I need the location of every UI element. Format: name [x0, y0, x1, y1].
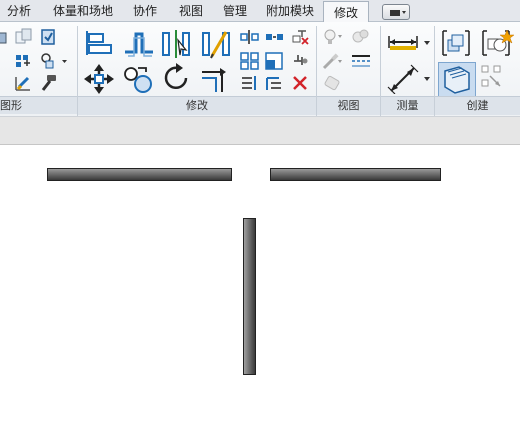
override-graphics-icon	[352, 29, 369, 43]
panel-label-geometry: 图形	[0, 96, 77, 114]
demolish-icon	[15, 76, 30, 91]
trim-extend-icon	[202, 68, 226, 92]
wall-horizontal-left[interactable]	[47, 168, 232, 181]
unpin-icon	[292, 30, 309, 45]
paint-brush-button[interactable]	[322, 52, 346, 74]
tab-modify[interactable]: 修改	[323, 1, 369, 23]
panel-label-view: 视图	[317, 96, 380, 115]
offset-button[interactable]	[122, 28, 156, 62]
create-assembly-button[interactable]	[440, 28, 472, 62]
mirror-axis-icon	[162, 30, 190, 58]
create-parts-button[interactable]	[438, 62, 476, 98]
array-icon	[240, 52, 259, 70]
tab-view[interactable]: 视图	[172, 0, 210, 21]
split-face-icon	[16, 55, 30, 67]
wall-join-icon	[41, 53, 67, 69]
tab-collaborate[interactable]: 协作	[126, 0, 164, 21]
copy-icon	[124, 67, 152, 93]
scale-icon	[265, 52, 283, 70]
rotate-button[interactable]	[160, 62, 192, 98]
hammer-icon	[41, 75, 56, 91]
cut-geometry-button[interactable]	[0, 30, 10, 50]
linework-button[interactable]	[350, 52, 372, 74]
unpin-button[interactable]	[290, 28, 310, 50]
paint-button[interactable]	[40, 28, 58, 50]
mirror-draw-axis-button[interactable]	[200, 28, 232, 64]
measure-distance-button[interactable]	[386, 30, 434, 58]
split-gap-icon	[266, 34, 283, 40]
trim-single-button[interactable]	[240, 74, 260, 96]
options-bar	[0, 116, 520, 145]
measure-distance-icon	[388, 36, 430, 50]
ribbon-minimize-dropdown[interactable]	[382, 4, 410, 20]
copy-button[interactable]	[122, 64, 154, 98]
linework-icon	[352, 55, 370, 67]
create-group-icon	[482, 29, 515, 56]
delete-icon	[293, 76, 307, 90]
demolish-button[interactable]	[14, 74, 34, 96]
create-assembly-icon	[442, 30, 470, 56]
similar-button[interactable]	[480, 62, 514, 96]
ribbon-tab-bar: 分析 体量和场地 协作 视图 管理 附加模块 修改	[0, 0, 520, 23]
split-with-gap-button[interactable]	[265, 28, 285, 50]
paint-icon	[41, 29, 55, 45]
align-icon	[86, 31, 112, 55]
hammer-button[interactable]	[40, 74, 58, 96]
trim-single-icon	[242, 76, 256, 90]
chevron-down-icon	[390, 10, 406, 16]
mirror-draw-icon	[202, 31, 230, 59]
tab-massing-site[interactable]: 体量和场地	[46, 0, 120, 21]
create-group-button[interactable]	[480, 28, 515, 62]
mirror-pick-axis-button[interactable]	[160, 28, 192, 64]
wall-vertical[interactable]	[243, 218, 256, 375]
cut-geometry-icon	[0, 32, 7, 44]
move-icon	[84, 64, 114, 94]
split-element-button[interactable]	[240, 28, 260, 50]
similar-icon	[481, 65, 501, 87]
align-button[interactable]	[84, 28, 114, 62]
array-button[interactable]	[240, 52, 260, 74]
trim-multiple-icon	[266, 77, 281, 90]
move-button[interactable]	[84, 64, 114, 98]
override-graphics-button[interactable]	[350, 28, 372, 50]
trim-multiple-button[interactable]	[265, 74, 285, 96]
tab-manage[interactable]: 管理	[216, 0, 254, 21]
pin-button[interactable]	[290, 52, 310, 74]
wall-join-button[interactable]	[40, 52, 70, 74]
wall-horizontal-right[interactable]	[270, 168, 441, 181]
offset-icon	[125, 32, 153, 57]
hide-bulb-icon	[324, 29, 342, 44]
brush-icon	[322, 53, 342, 70]
remove-paint-button[interactable]	[322, 74, 346, 96]
split-face-button[interactable]	[14, 52, 34, 74]
scale-button[interactable]	[265, 52, 285, 74]
remove-paint-icon	[324, 75, 340, 91]
panel-label-modify: 修改	[78, 96, 316, 115]
tab-analyze[interactable]: 分析	[0, 0, 38, 21]
panel-label-create: 创建	[435, 96, 520, 115]
create-parts-icon	[444, 66, 470, 94]
tab-addins[interactable]: 附加模块	[260, 0, 320, 21]
join-button[interactable]	[14, 28, 34, 50]
join-icon	[15, 28, 32, 44]
hide-element-button[interactable]	[322, 28, 346, 50]
drawing-canvas[interactable]	[0, 145, 520, 423]
panel-label-measure: 测量	[381, 96, 434, 115]
rotate-icon	[164, 63, 188, 90]
delete-button[interactable]	[290, 74, 310, 96]
trim-extend-button[interactable]	[200, 64, 232, 98]
split-icon	[240, 30, 259, 44]
pin-icon	[294, 55, 308, 65]
aligned-dimension-button[interactable]	[386, 64, 434, 98]
dimension-icon	[387, 64, 430, 95]
